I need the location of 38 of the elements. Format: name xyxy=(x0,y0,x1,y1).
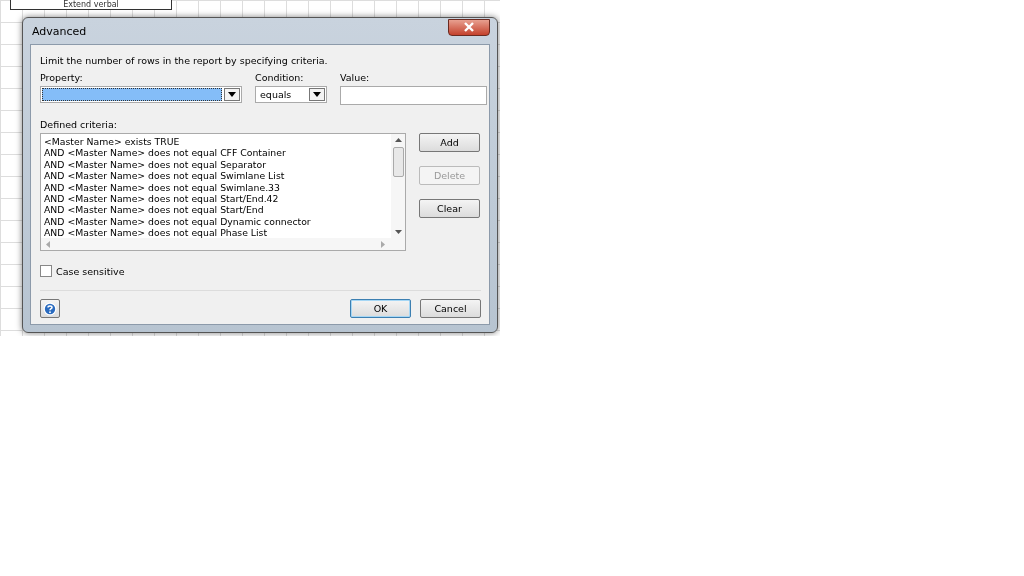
criteria-item[interactable]: <Master Name> exists TRUE xyxy=(44,136,388,148)
vertical-scrollbar[interactable] xyxy=(391,134,405,238)
dropdown-value: equals xyxy=(259,88,293,101)
shape-label: Extend verbal xyxy=(63,0,119,9)
help-icon xyxy=(43,301,57,316)
dialog-button[interactable]: OK xyxy=(350,299,411,318)
criteria-item[interactable]: AND <Master Name> does not equal Separator xyxy=(44,158,388,171)
scroll-down-icon[interactable] xyxy=(394,230,402,234)
field-label: Value: xyxy=(340,72,371,83)
checkbox-label: Case sensitive xyxy=(56,265,125,277)
field-label: Property: xyxy=(40,72,84,83)
property-dropdown[interactable] xyxy=(40,86,242,103)
scroll-thumb[interactable] xyxy=(392,147,404,177)
criteria-item[interactable]: AND <Master Name> does not equal Phase List xyxy=(44,227,388,238)
caret-icon xyxy=(228,92,236,97)
criteria-item[interactable]: AND <Master Name> does not equal Start/End.42 xyxy=(44,193,388,205)
dropdown-button[interactable] xyxy=(309,88,325,101)
criteria-item[interactable]: AND <Master Name> does not equal CFF Container xyxy=(44,147,388,159)
dropdown-button[interactable] xyxy=(224,88,240,101)
instruction-text: Limit the number of rows in the report by specifying criteria. xyxy=(40,55,329,66)
field-label: Defined criteria: xyxy=(40,119,118,130)
close-button[interactable] xyxy=(448,18,490,36)
criteria-item[interactable]: AND <Master Name> does not equal Dynamic connector xyxy=(44,215,388,228)
criteria-item[interactable]: AND <Master Name> does not equal Start/End xyxy=(44,204,388,216)
field-label: Condition: xyxy=(255,72,305,83)
case-checkbox[interactable] xyxy=(40,265,52,277)
condition-dropdown[interactable]: equals xyxy=(255,86,327,103)
close-icon xyxy=(463,22,475,32)
dialog-button[interactable]: Add xyxy=(419,133,480,152)
criteria-item[interactable]: AND <Master Name> does not equal Swimlane.33 xyxy=(44,181,388,194)
scroll-up-icon[interactable] xyxy=(394,138,402,142)
value-field[interactable] xyxy=(340,86,487,105)
help-button[interactable] xyxy=(40,299,60,318)
dialog-button[interactable]: Cancel xyxy=(420,299,481,318)
caret-icon xyxy=(313,92,321,97)
window-title: Advanced xyxy=(31,24,87,38)
dialog-button[interactable]: Clear xyxy=(419,199,480,218)
criteria-item[interactable]: AND <Master Name> does not equal Swimlane List xyxy=(44,170,388,182)
